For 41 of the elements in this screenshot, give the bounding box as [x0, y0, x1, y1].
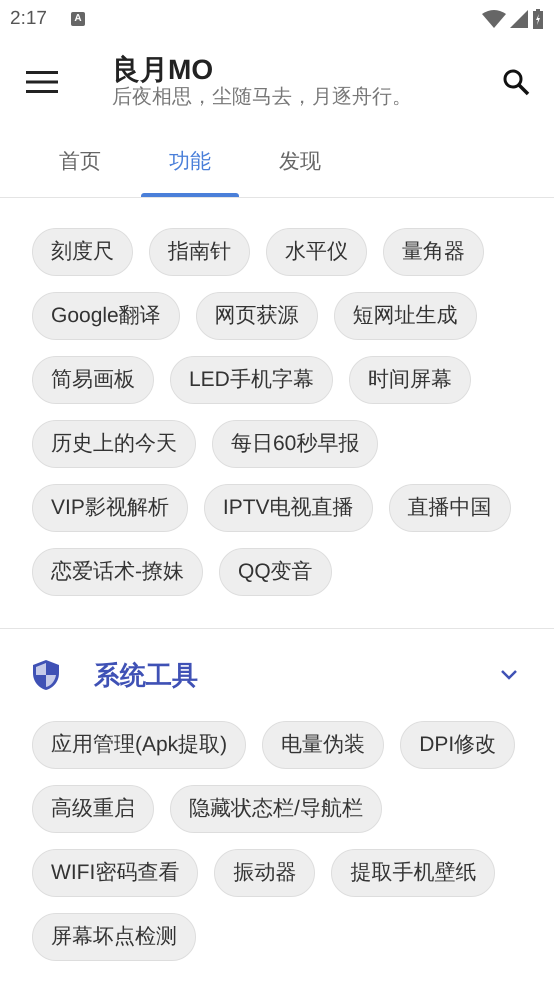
tool-chip[interactable]: 网页获源: [196, 292, 318, 340]
wifi-icon: [482, 10, 506, 28]
tool-chip[interactable]: 屏幕坏点检测: [32, 913, 196, 961]
tool-chip[interactable]: IPTV电视直播: [204, 484, 373, 532]
tool-chip[interactable]: 振动器: [214, 849, 316, 897]
menu-icon[interactable]: [26, 71, 58, 93]
tool-chip[interactable]: 指南针: [149, 228, 250, 276]
tool-chip[interactable]: 每日60秒早报: [212, 420, 378, 468]
clock: 2:17: [10, 6, 47, 31]
tool-chip[interactable]: QQ变音: [219, 548, 332, 596]
section-title: 系统工具: [94, 658, 198, 692]
tool-chip[interactable]: 直播中国: [388, 484, 511, 532]
search-icon[interactable]: [502, 68, 530, 96]
signal-icon: [510, 10, 528, 28]
tool-chip[interactable]: 简易画板: [32, 356, 154, 404]
tool-chip[interactable]: LED手机字幕: [170, 356, 333, 404]
tool-chip[interactable]: 水平仪: [266, 228, 367, 276]
tool-chip[interactable]: 高级重启: [32, 785, 154, 833]
tab[interactable]: 功能: [135, 126, 245, 197]
tool-chip[interactable]: 提取手机壁纸: [331, 849, 496, 897]
tool-chip[interactable]: 短网址生成: [334, 292, 477, 340]
tool-chip[interactable]: 隐藏状态栏/导航栏: [170, 785, 382, 833]
tool-chip[interactable]: VIP影视解析: [32, 484, 188, 532]
tool-chip[interactable]: 量角器: [383, 228, 484, 276]
tool-chip[interactable]: 刻度尺: [32, 228, 133, 276]
tab[interactable]: 首页: [25, 126, 135, 197]
chevron-icon[interactable]: [500, 669, 518, 681]
tool-chip[interactable]: WIFI密码查看: [32, 849, 198, 897]
app-title: 良月MO: [112, 54, 214, 86]
tool-chip[interactable]: 恋爱话术-撩妹: [32, 548, 203, 596]
app-subtitle: 后夜相思，尘随马去，月逐舟行。: [112, 85, 412, 110]
tool-chip[interactable]: 电量伪装: [262, 721, 384, 769]
tab[interactable]: 发现: [245, 126, 355, 197]
tool-chip[interactable]: 历史上的今天: [32, 420, 196, 468]
tool-chip[interactable]: 应用管理(Apk提取): [32, 721, 246, 769]
notification-icon: A: [70, 12, 85, 26]
battery-icon: [532, 9, 544, 29]
tool-chip[interactable]: Google翻译: [32, 292, 180, 340]
tool-chip[interactable]: DPI修改: [400, 721, 516, 769]
tool-chip[interactable]: 时间屏幕: [348, 356, 471, 404]
shield-icon: [32, 659, 60, 691]
